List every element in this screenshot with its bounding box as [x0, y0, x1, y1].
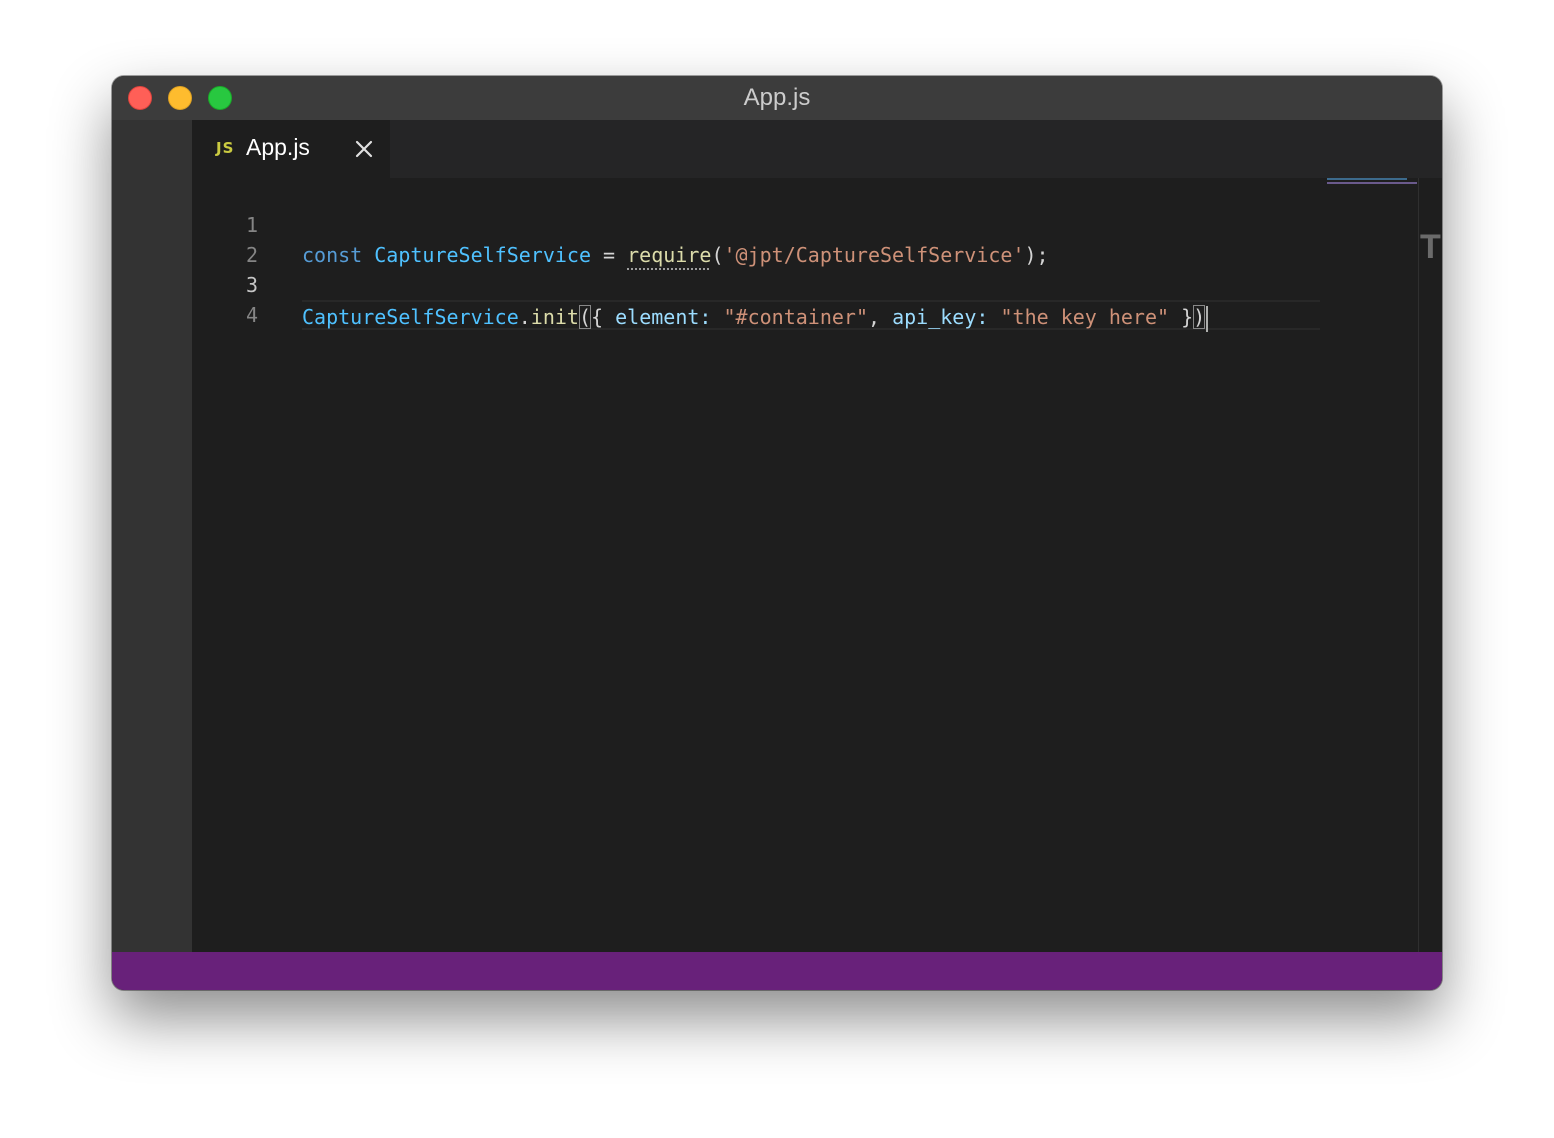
line-code[interactable]: CaptureSelfService.init({ element: "#con… [302, 300, 1320, 332]
tab-app-js[interactable]: JS App.js [192, 120, 390, 178]
code-token: } [1169, 305, 1194, 329]
code-token: . [518, 305, 531, 329]
code-line-1: 1 const CaptureSelfService = require('@j… [192, 180, 1320, 267]
overview-ruler-marker: T [1420, 228, 1441, 266]
close-icon[interactable] [352, 137, 376, 161]
code-token: "the key here" [1000, 305, 1170, 329]
code-token: : [976, 305, 1001, 329]
tab-label: App.js [246, 134, 310, 160]
javascript-file-icon: JS [216, 139, 235, 157]
text-cursor [1206, 305, 1209, 332]
code-token: init [530, 305, 579, 329]
minimap-line [1327, 182, 1417, 184]
code-token: { [591, 305, 616, 329]
code-token: ) [1193, 305, 1206, 329]
activity-bar [112, 120, 192, 952]
minimap-line [1327, 178, 1407, 180]
code-token: api_key [892, 305, 977, 329]
code-line-4: 4 [192, 270, 1320, 327]
code-token: : [699, 305, 724, 329]
code-token: ( [578, 305, 592, 329]
code-token: element [615, 305, 700, 329]
code-token: "#container" [723, 305, 869, 329]
code-line-2: 2 [192, 210, 1320, 267]
editor-window: App.js JS App.js 1 const CaptureSelfServ… [112, 76, 1442, 990]
status-bar [112, 952, 1442, 990]
tab-bar: JS App.js [192, 120, 1442, 178]
window-title: App.js [743, 84, 811, 111]
code-token: , [868, 305, 893, 329]
line-number: 4 [245, 303, 258, 327]
minimap[interactable] [1327, 178, 1442, 952]
code-token: CaptureSelfService [302, 305, 519, 329]
code-line-3: 3 CaptureSelfService.init({ element: "#c… [192, 240, 1320, 332]
title-bar: App.js [112, 76, 1442, 120]
code-editor[interactable]: 1 const CaptureSelfService = require('@j… [192, 178, 1418, 952]
line-code[interactable] [302, 330, 1320, 360]
